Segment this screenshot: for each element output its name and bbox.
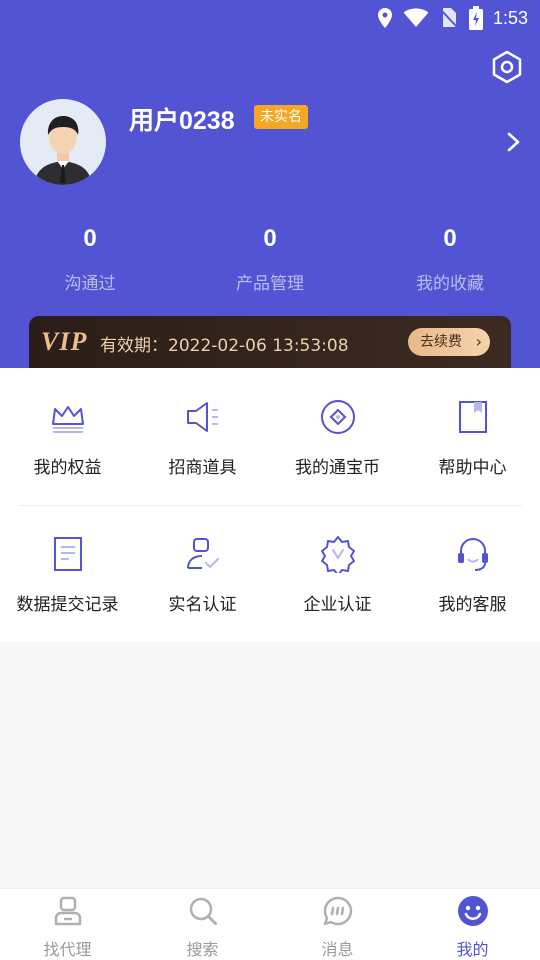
stat-label: 我的收藏 [416, 274, 484, 294]
menu-item-label: 我的客服 [438, 595, 507, 615]
tab-search[interactable]: 搜索 [135, 889, 270, 960]
username: 用户0238 [129, 107, 235, 135]
stat-communicated[interactable]: 0 沟通过 [0, 222, 180, 294]
avatar[interactable] [20, 99, 106, 185]
crown-icon [52, 406, 84, 433]
unverified-badge: 未实名 [254, 105, 308, 129]
renew-button[interactable]: 去续费 › [408, 328, 490, 356]
menu-item-label: 我的通宝币 [295, 458, 380, 478]
badge-verify-icon [321, 536, 355, 573]
location-icon [377, 8, 392, 28]
tab-label: 消息 [321, 940, 354, 959]
menu-item-customer-service[interactable]: 我的客服 [405, 505, 540, 642]
stat-product-management[interactable]: 0 产品管理 [180, 222, 360, 294]
stat-value: 0 [263, 225, 277, 252]
tab-mine[interactable]: 我的 [405, 889, 540, 960]
tab-label: 我的 [456, 940, 489, 959]
menu-grid: 我的权益 招商道具 我的通宝币 帮助中心 数据提交记录 实名认证 企业认证 我的… [0, 368, 540, 642]
vip-card: VIP 有效期：2022-02-06 13:53:08 去续费 › [29, 316, 511, 368]
search-icon [189, 897, 217, 925]
menu-item-label: 招商道具 [168, 458, 237, 478]
wifi-icon [403, 8, 429, 27]
stat-value: 0 [83, 225, 97, 252]
agent-icon [54, 896, 82, 926]
vip-logo: VIP [41, 327, 88, 356]
menu-item-my-benefits[interactable]: 我的权益 [0, 368, 135, 505]
stat-label: 沟通过 [64, 274, 116, 294]
menu-item-real-name-verification[interactable]: 实名认证 [135, 505, 270, 642]
chevron-right-icon[interactable] [506, 128, 522, 156]
chevron-right-icon: › [475, 332, 482, 351]
tab-label: 搜索 [186, 940, 219, 959]
menu-item-promotion-tools[interactable]: 招商道具 [135, 368, 270, 505]
smile-icon [458, 896, 488, 926]
menu-item-help-center[interactable]: 帮助中心 [405, 368, 540, 505]
stat-label: 产品管理 [236, 274, 304, 294]
document-icon [54, 537, 82, 571]
user-verify-icon [187, 538, 219, 569]
status-bar: 1:53 [0, 0, 540, 38]
menu-item-enterprise-verification[interactable]: 企业认证 [270, 505, 405, 642]
stats-row: 0 沟通过 0 产品管理 0 我的收藏 [0, 222, 540, 294]
menu-item-label: 企业认证 [303, 595, 372, 615]
vip-expiry-text: 有效期：2022-02-06 13:53:08 [100, 336, 349, 356]
menu-item-label: 帮助中心 [438, 458, 507, 478]
status-time: 1:53 [492, 7, 528, 28]
menu-row: 我的权益 招商道具 我的通宝币 帮助中心 [0, 368, 540, 505]
profile-header: 1:53 用户0238 未实名 0 沟通过 0 产品管理 0 我的收藏 VIP … [0, 0, 540, 368]
renew-label: 去续费 [420, 334, 462, 350]
menu-row: 数据提交记录 实名认证 企业认证 我的客服 [0, 505, 540, 642]
megaphone-icon [187, 402, 218, 432]
tab-messages[interactable]: 消息 [270, 889, 405, 960]
tab-label: 找代理 [43, 940, 92, 959]
coin-icon [321, 400, 355, 434]
menu-item-label: 实名认证 [168, 595, 237, 615]
headset-icon [458, 538, 488, 571]
menu-item-my-coins[interactable]: 我的通宝币 [270, 368, 405, 505]
book-icon [459, 401, 487, 433]
menu-item-label: 我的权益 [33, 458, 102, 478]
bottom-tab-bar: 找代理 搜索 消息 我的 [0, 888, 540, 960]
stat-favorites[interactable]: 0 我的收藏 [360, 222, 540, 294]
no-sim-icon [440, 8, 458, 28]
settings-gear-icon[interactable] [490, 50, 524, 84]
avatar-person-icon [20, 99, 106, 185]
tab-find-agent[interactable]: 找代理 [0, 889, 135, 960]
menu-item-data-records[interactable]: 数据提交记录 [0, 505, 135, 642]
stat-value: 0 [443, 225, 457, 252]
battery-icon [468, 6, 483, 30]
message-icon [323, 896, 353, 926]
menu-item-label: 数据提交记录 [16, 595, 119, 615]
